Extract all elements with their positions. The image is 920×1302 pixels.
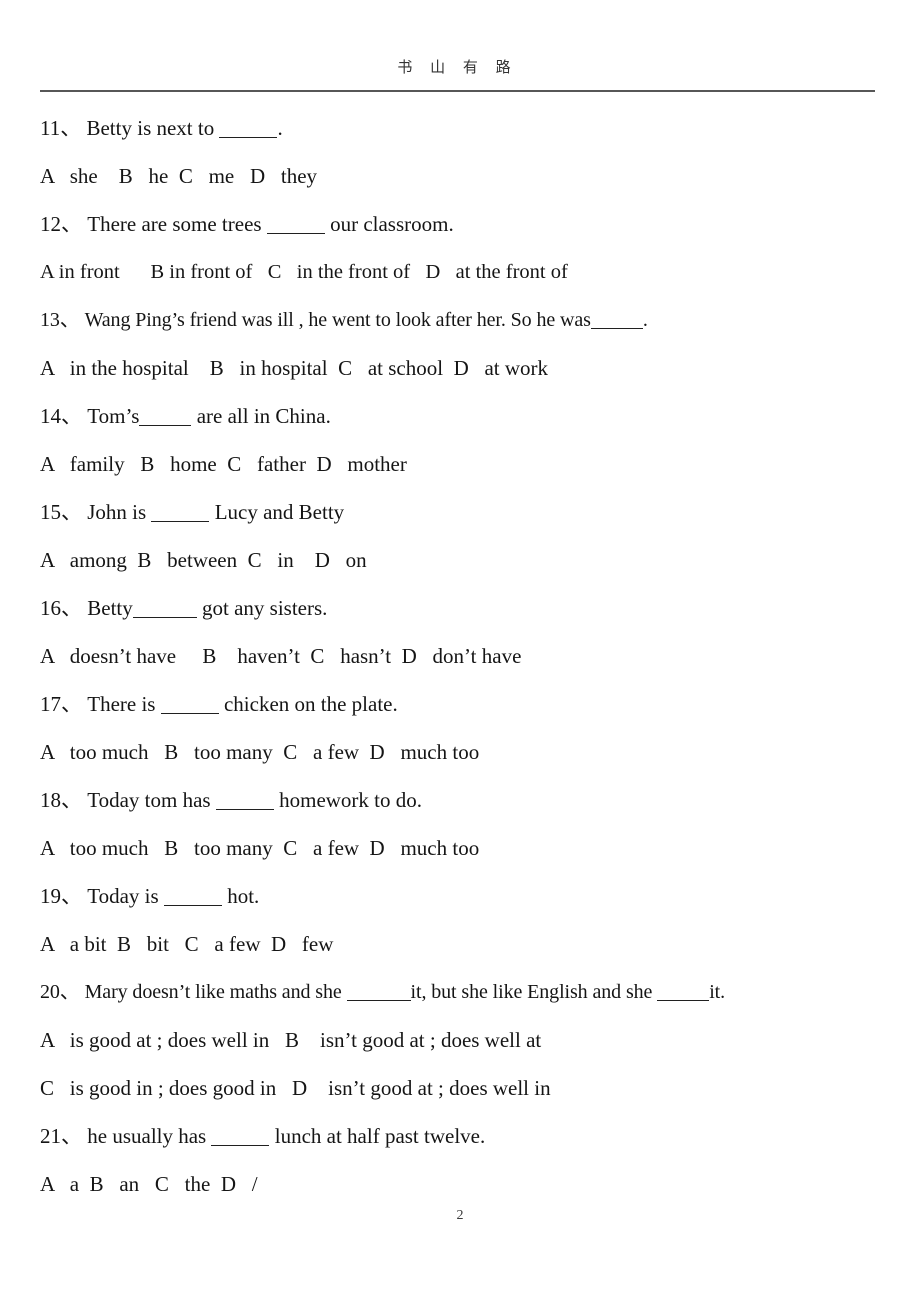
question-20-stem: 20、 Mary doesn’t like maths and she it, … — [40, 968, 880, 1016]
question-16-number: 16、 — [40, 596, 82, 620]
question-15-blank[interactable] — [151, 504, 210, 522]
question-17: 17、 There is chicken on the plate. A too… — [40, 680, 880, 776]
question-17-number: 17、 — [40, 692, 82, 716]
question-20-blank-2[interactable] — [657, 983, 710, 1001]
question-18-blank[interactable] — [215, 792, 274, 810]
question-18-stem: 18、 Today tom has homework to do. — [40, 776, 880, 824]
question-20-text-before: Mary doesn’t like maths and she — [79, 981, 347, 1003]
question-18-text-after: homework to do. — [273, 788, 423, 812]
question-21-text-before: he usually has — [82, 1124, 212, 1148]
question-21-text-after: lunch at half past twelve. — [269, 1124, 486, 1148]
question-19-stem: 19、 Today is hot. — [40, 872, 880, 920]
question-20-options-line-1[interactable]: A is good at ; does well in B isn’t good… — [40, 1016, 880, 1064]
question-11-stem: 11、 Betty is next to . — [40, 104, 880, 152]
question-19: 19、 Today is hot. A a bit B bit C a few … — [40, 872, 880, 968]
question-16-blank[interactable] — [132, 600, 197, 618]
question-16-text-after: got any sisters. — [196, 596, 328, 620]
question-19-blank[interactable] — [163, 888, 222, 906]
header-divider — [40, 90, 875, 92]
question-11-options[interactable]: A she B he C me D they — [40, 152, 880, 200]
question-14-blank[interactable] — [139, 408, 192, 426]
question-20-blank-1[interactable] — [346, 983, 411, 1001]
question-16-stem: 16、 Betty got any sisters. — [40, 584, 880, 632]
question-16-options[interactable]: A doesn’t have B haven’t C hasn’t D don’… — [40, 632, 880, 680]
question-19-number: 19、 — [40, 884, 82, 908]
question-20-options-line-2[interactable]: C is good in ; does good in D isn’t good… — [40, 1064, 880, 1112]
question-20-text-after: it. — [709, 981, 726, 1003]
question-18-text-before: Today tom has — [82, 788, 216, 812]
question-11-text-after: . — [277, 116, 283, 140]
question-20: 20、 Mary doesn’t like maths and she it, … — [40, 968, 880, 1112]
question-12: 12、 There are some trees our classroom. … — [40, 200, 880, 296]
question-21-options[interactable]: A a B an C the D / — [40, 1160, 880, 1208]
question-15-options[interactable]: A among B between C in D on — [40, 536, 880, 584]
question-12-text-before: There are some trees — [82, 212, 267, 236]
question-21: 21、 he usually has lunch at half past tw… — [40, 1112, 880, 1208]
question-21-stem: 21、 he usually has lunch at half past tw… — [40, 1112, 880, 1160]
question-12-options[interactable]: A in front B in front of C in the front … — [40, 248, 880, 296]
question-15-text-after: Lucy and Betty — [209, 500, 345, 524]
header-title: 书 山 有 路 — [397, 60, 518, 76]
question-19-text-after: hot. — [221, 884, 260, 908]
question-17-options[interactable]: A too much B too many C a few D much too — [40, 728, 880, 776]
question-14-text-after: are all in China. — [191, 404, 331, 428]
question-13-text-before: Wang Ping’s friend was ill , he went to … — [79, 309, 591, 331]
question-16-text-before: Betty — [82, 596, 133, 620]
question-21-number: 21、 — [40, 1124, 82, 1148]
question-16: 16、 Betty got any sisters. A doesn’t hav… — [40, 584, 880, 680]
question-15-number: 15、 — [40, 500, 82, 524]
question-13: 13、 Wang Ping’s friend was ill , he went… — [40, 296, 880, 392]
question-14-number: 14、 — [40, 404, 82, 428]
question-18-number: 18、 — [40, 788, 82, 812]
question-17-text-after: chicken on the plate. — [218, 692, 398, 716]
question-14-text-before: Tom’s — [82, 404, 140, 428]
question-15-text-before: John is — [82, 500, 152, 524]
question-13-stem: 13、 Wang Ping’s friend was ill , he went… — [40, 296, 880, 344]
question-14-options[interactable]: A family B home C father D mother — [40, 440, 880, 488]
document-page: 书 山 有 路 11、 Betty is next to . A she B h… — [0, 0, 920, 1302]
question-14: 14、 Tom’s are all in China. A family B h… — [40, 392, 880, 488]
question-13-options[interactable]: A in the hospital B in hospital C at sch… — [40, 344, 880, 392]
question-15-stem: 15、 John is Lucy and Betty — [40, 488, 880, 536]
question-20-text-middle: it, but she like English and she — [410, 981, 658, 1003]
question-11-text-before: Betty is next to — [81, 116, 220, 140]
question-12-number: 12、 — [40, 212, 82, 236]
question-14-stem: 14、 Tom’s are all in China. — [40, 392, 880, 440]
question-19-text-before: Today is — [82, 884, 164, 908]
question-13-blank[interactable] — [590, 311, 643, 329]
question-13-text-after: . — [642, 309, 648, 331]
question-list: 11、 Betty is next to . A she B he C me D… — [40, 104, 880, 1208]
question-17-blank[interactable] — [160, 696, 219, 714]
question-17-stem: 17、 There is chicken on the plate. — [40, 680, 880, 728]
question-11-number: 11、 — [40, 116, 82, 140]
question-12-text-after: our classroom. — [324, 212, 454, 236]
question-12-stem: 12、 There are some trees our classroom. — [40, 200, 880, 248]
question-12-blank[interactable] — [266, 216, 325, 234]
page-footer: 2 — [0, 1206, 920, 1224]
page-number: 2 — [456, 1208, 464, 1223]
question-21-blank[interactable] — [211, 1128, 270, 1146]
question-13-number: 13、 — [40, 309, 80, 331]
question-18: 18、 Today tom has homework to do. A too … — [40, 776, 880, 872]
question-11: 11、 Betty is next to . A she B he C me D… — [40, 104, 880, 200]
question-18-options[interactable]: A too much B too many C a few D much too — [40, 824, 880, 872]
question-20-number: 20、 — [40, 981, 80, 1003]
question-19-options[interactable]: A a bit B bit C a few D few — [40, 920, 880, 968]
question-17-text-before: There is — [82, 692, 161, 716]
question-11-blank[interactable] — [219, 120, 278, 138]
question-15: 15、 John is Lucy and Betty A among B bet… — [40, 488, 880, 584]
page-header: 书 山 有 路 — [40, 58, 875, 78]
